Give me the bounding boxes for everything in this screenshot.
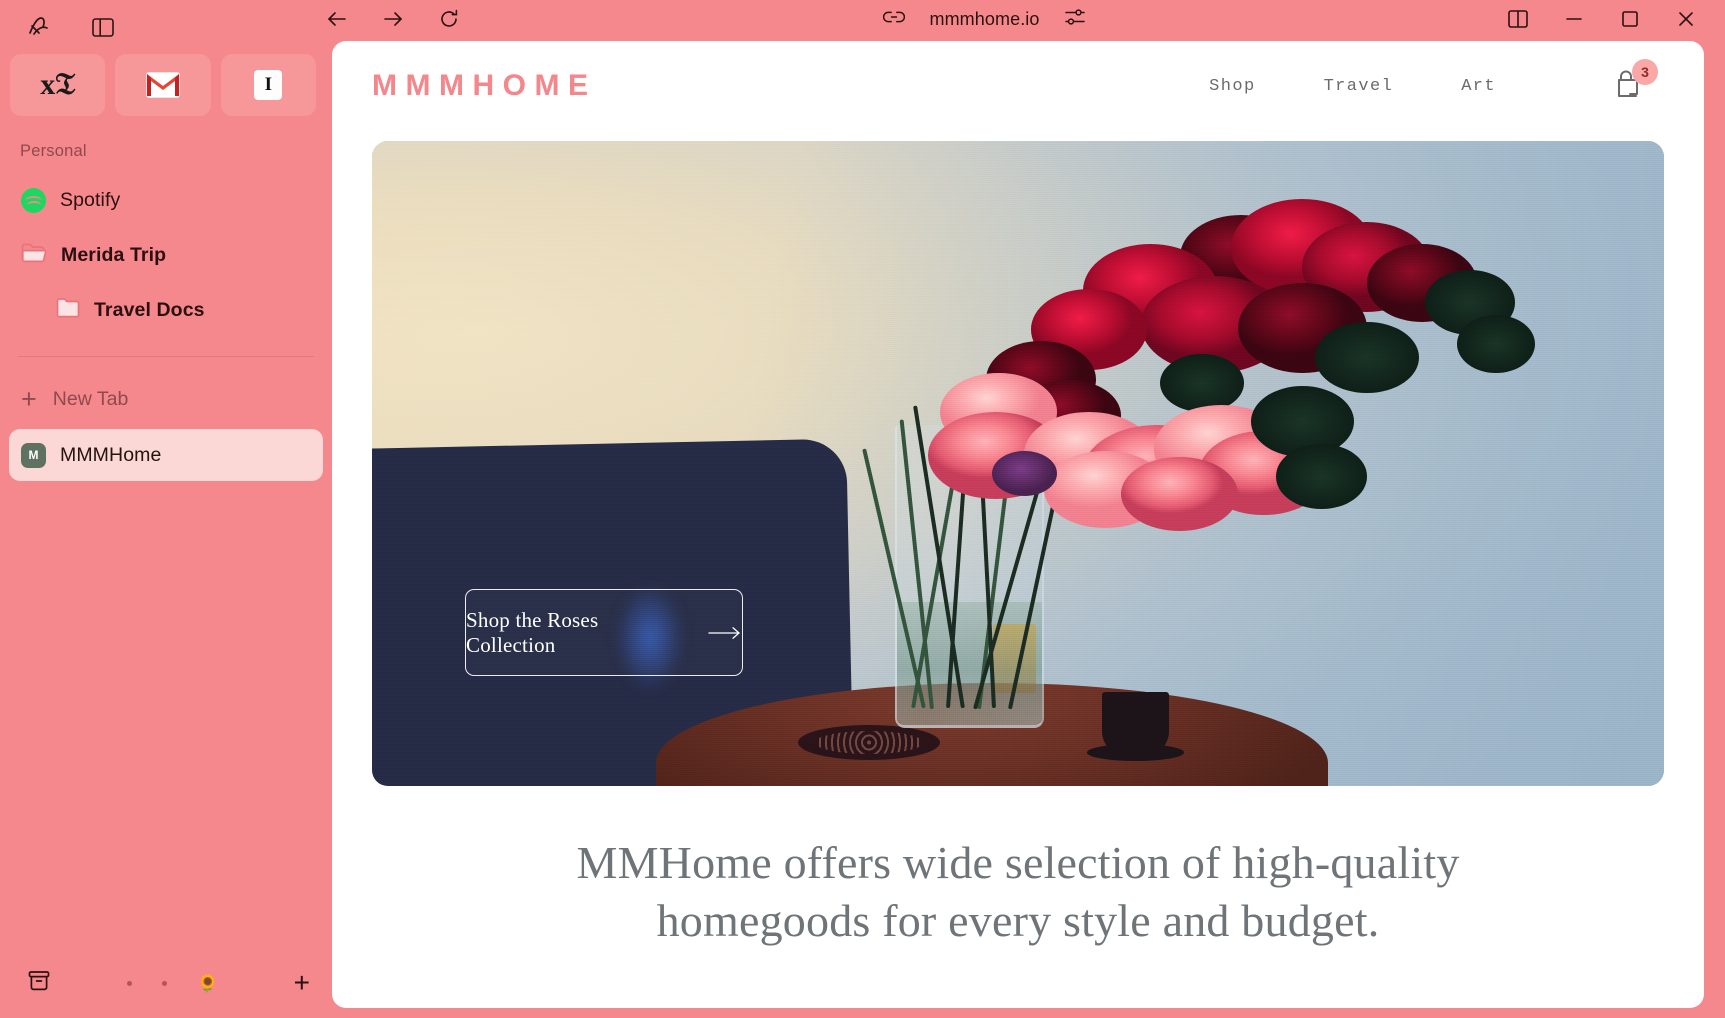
nytimes-icon: x𝔗 xyxy=(40,68,76,101)
hero-image xyxy=(372,141,1664,786)
folder-icon xyxy=(56,297,80,323)
address-bar[interactable]: mmmhome.io xyxy=(464,7,1505,32)
cart-button[interactable]: 3 xyxy=(1612,59,1658,104)
web-page-content: MMMHOME Shop Travel Art 3 Shop the Roses… xyxy=(332,41,1704,1008)
sidebar-item-label: Spotify xyxy=(60,188,121,211)
nav-link-shop[interactable]: Shop xyxy=(1209,77,1255,96)
instapaper-icon: I xyxy=(254,70,283,100)
spotify-icon xyxy=(21,187,46,213)
browser-toolbar: mmmhome.io xyxy=(328,0,1725,38)
site-navigation: Shop Travel Art 3 xyxy=(1209,59,1658,104)
sidebar-item-label: Merida Trip xyxy=(61,243,167,266)
plus-icon: + xyxy=(21,383,37,414)
site-tagline: MMHome offers wide selection of high-qua… xyxy=(576,837,1460,947)
space-dot-2[interactable] xyxy=(162,980,168,986)
new-tab-label: New Tab xyxy=(52,387,129,410)
new-tab-button[interactable]: + New Tab xyxy=(9,375,323,423)
candle-holder xyxy=(1087,692,1185,761)
back-arrow-icon[interactable] xyxy=(322,4,352,34)
split-view-icon[interactable] xyxy=(1505,6,1531,32)
sidebar-item-spotify[interactable]: Spotify xyxy=(9,174,323,226)
sidebar-item-label: MMMHome xyxy=(60,443,162,466)
navigation-buttons xyxy=(322,4,464,34)
cta-label: Shop the Roses Collection xyxy=(466,607,599,657)
close-icon[interactable] xyxy=(1673,6,1699,32)
sidebar-item-travel-docs[interactable]: Travel Docs xyxy=(9,284,323,336)
space-switcher: 🌻 xyxy=(127,975,218,992)
new-space-plus-icon[interactable]: + xyxy=(294,969,310,997)
copy-link-icon[interactable] xyxy=(883,9,906,30)
sidebar-section-label: Personal xyxy=(20,142,87,160)
sidebar-item-merida-trip[interactable]: Merida Trip xyxy=(9,229,323,281)
hero-banner: Shop the Roses Collection xyxy=(372,141,1664,786)
sidebar-item-list: Spotify Merida Trip Travel Docs + New Ta… xyxy=(0,161,332,481)
space-dot-1[interactable] xyxy=(127,980,133,986)
shop-roses-cta-button[interactable]: Shop the Roses Collection xyxy=(465,589,743,677)
gmail-icon xyxy=(145,72,180,98)
sidebar: x𝔗 I Personal Spotify Merida Trip Travel… xyxy=(0,0,332,1018)
cart-count-badge: 3 xyxy=(1632,59,1658,85)
window-controls xyxy=(1505,6,1725,32)
reload-icon[interactable] xyxy=(434,4,464,34)
pinned-tab-gmail[interactable] xyxy=(115,54,211,116)
arc-logo-icon[interactable] xyxy=(24,12,54,42)
maximize-icon[interactable] xyxy=(1617,6,1643,32)
site-logo[interactable]: MMMHOME xyxy=(372,69,596,103)
sidebar-toggle-icon[interactable] xyxy=(88,12,118,42)
sidebar-divider xyxy=(18,356,314,357)
pinned-tab-new-york-times[interactable]: x𝔗 xyxy=(10,54,106,116)
arrow-right-icon xyxy=(708,626,742,640)
url-text[interactable]: mmmhome.io xyxy=(929,9,1039,30)
sidebar-item-mmmhome[interactable]: M MMMHome xyxy=(9,429,323,481)
pinned-tab-instapaper[interactable]: I xyxy=(220,54,316,116)
pinned-tabs: x𝔗 I xyxy=(0,44,332,116)
browser-window: x𝔗 I Personal Spotify Merida Trip Travel… xyxy=(0,0,1725,1018)
page-settings-icon[interactable] xyxy=(1064,7,1086,32)
forward-arrow-icon[interactable] xyxy=(378,4,408,34)
sidebar-bottom-bar: 🌻 + xyxy=(0,948,332,1018)
minimize-icon[interactable] xyxy=(1561,6,1587,32)
lace-doily xyxy=(798,724,941,761)
space-emoji-sunflower[interactable]: 🌻 xyxy=(197,975,218,992)
mmmhome-favicon: M xyxy=(21,442,46,468)
site-header: MMMHOME Shop Travel Art 3 xyxy=(332,41,1704,131)
nav-link-art[interactable]: Art xyxy=(1461,77,1496,96)
nav-link-travel[interactable]: Travel xyxy=(1324,77,1394,96)
folder-open-icon xyxy=(21,242,47,269)
sidebar-top-row xyxy=(0,0,332,44)
sidebar-item-label: Travel Docs xyxy=(94,298,205,321)
archive-icon[interactable] xyxy=(26,968,52,999)
